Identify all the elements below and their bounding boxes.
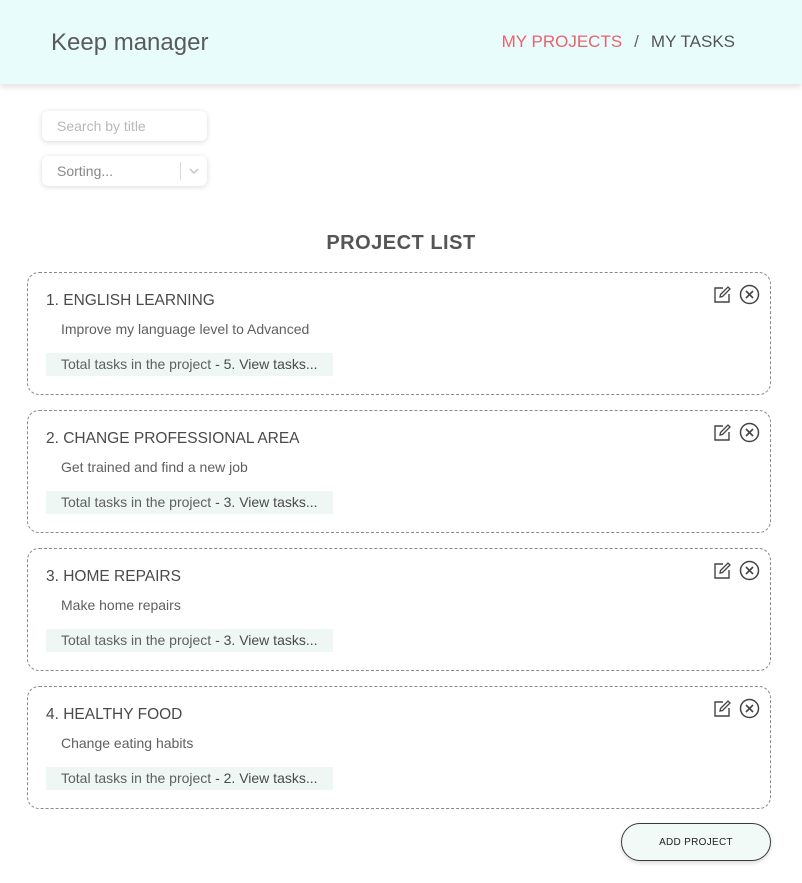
edit-icon[interactable]	[712, 423, 732, 443]
nav-my-projects[interactable]: MY PROJECTS	[502, 32, 623, 52]
edit-icon[interactable]	[712, 699, 732, 719]
project-description: Change eating habits	[61, 735, 194, 751]
task-count-label: Total tasks in the project	[61, 494, 216, 510]
project-list-title: PROJECT LIST	[326, 232, 476, 254]
view-tasks-link[interactable]: - 3. View tasks...	[215, 494, 317, 510]
search-input[interactable]	[42, 111, 207, 141]
add-project-button[interactable]: ADD PROJECT	[621, 823, 771, 861]
sort-select[interactable]: Sorting...	[42, 156, 207, 186]
chevron-down-icon[interactable]	[181, 167, 207, 175]
main-nav: MY PROJECTS / MY TASKS	[502, 32, 735, 52]
project-title: 2. CHANGE PROFESSIONAL AREA	[46, 430, 300, 447]
nav-my-tasks[interactable]: MY TASKS	[651, 32, 735, 52]
edit-icon[interactable]	[712, 561, 732, 581]
project-description: Get trained and find a new job	[61, 459, 248, 475]
project-task-count: Total tasks in the project - 3. View tas…	[46, 491, 333, 514]
nav-separator: /	[634, 32, 639, 51]
sort-select-label: Sorting...	[57, 163, 114, 179]
project-title: 4. HEALTHY FOOD	[46, 706, 183, 723]
project-task-count: Total tasks in the project - 2. View tas…	[46, 767, 333, 790]
view-tasks-link[interactable]: - 5. View tasks...	[215, 356, 317, 372]
project-description: Improve my language level to Advanced	[61, 321, 310, 337]
project-card: 3. HOME REPAIRS Make home repairs Total …	[27, 548, 771, 671]
project-task-count: Total tasks in the project - 3. View tas…	[46, 629, 333, 652]
project-title: 3. HOME REPAIRS	[46, 568, 181, 585]
project-task-count: Total tasks in the project - 5. View tas…	[46, 353, 333, 376]
view-tasks-link[interactable]: - 2. View tasks...	[215, 770, 317, 786]
app-logo: Keep manager	[51, 29, 209, 56]
close-circle-icon[interactable]	[739, 560, 760, 581]
project-card: 1. ENGLISH LEARNING Improve my language …	[27, 272, 771, 395]
project-title: 1. ENGLISH LEARNING	[46, 292, 215, 309]
project-card: 4. HEALTHY FOOD Change eating habits Tot…	[27, 686, 771, 809]
task-count-label: Total tasks in the project	[61, 632, 216, 648]
task-count-label: Total tasks in the project	[61, 770, 216, 786]
close-circle-icon[interactable]	[739, 284, 760, 305]
view-tasks-link[interactable]: - 3. View tasks...	[215, 632, 317, 648]
header: Keep manager MY PROJECTS / MY TASKS	[0, 0, 802, 84]
task-count-label: Total tasks in the project	[61, 356, 216, 372]
project-description: Make home repairs	[61, 597, 181, 613]
close-circle-icon[interactable]	[739, 698, 760, 719]
edit-icon[interactable]	[712, 285, 732, 305]
close-circle-icon[interactable]	[739, 422, 760, 443]
project-card: 2. CHANGE PROFESSIONAL AREA Get trained …	[27, 410, 771, 533]
